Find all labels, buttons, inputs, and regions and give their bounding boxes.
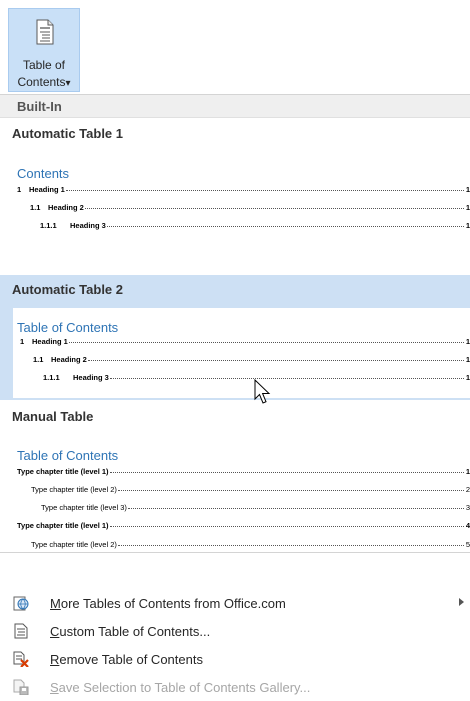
menu-item-label: More Tables of Contents from Office.com (50, 596, 286, 611)
toc-gallery: Built-In Automatic Table 1 Contents 1 He… (0, 94, 470, 550)
gallery-category-header: Built-In (0, 95, 470, 118)
toc-line: 1 Heading 11 (17, 185, 470, 194)
office-globe-icon (13, 596, 29, 611)
ribbon-button-label: Table of (22, 58, 66, 72)
gallery-item-title: Manual Table (12, 409, 94, 424)
toc-line: 1.1.1 Heading 31 (40, 221, 470, 230)
toc-line: Type chapter title (level 3) 3 (41, 503, 470, 512)
ribbon-button-label-line2: Contents▾ (17, 75, 71, 89)
toc-line: 1.1 Heading 21 (30, 203, 470, 212)
toc-line: 1 Heading 11 (20, 337, 470, 346)
toc-line: Type chapter title (level 1) 1 (17, 467, 470, 476)
gallery-item-title: Automatic Table 2 (12, 282, 124, 297)
menu-remove-toc[interactable]: Remove Table of Contents (0, 645, 470, 673)
gallery-item-automatic-table-1[interactable]: Automatic Table 1 Contents 1 Heading 11 … (0, 118, 470, 268)
gallery-item-automatic-table-2[interactable]: Automatic Table 2 Table of Contents 1 He… (0, 275, 470, 400)
menu-item-label: Save Selection to Table of Contents Gall… (50, 680, 311, 695)
chevron-down-icon: ▾ (65, 78, 71, 89)
menu-item-label: Remove Table of Contents (50, 652, 203, 667)
toc-line: 1.1 Heading 21 (33, 355, 470, 364)
custom-toc-icon (14, 623, 28, 639)
gallery-item-manual-table[interactable]: Manual Table Table of Contents Type chap… (0, 400, 470, 550)
toc-line: Type chapter title (level 2) 5 (31, 540, 470, 549)
table-of-contents-button[interactable]: Table of Contents▾ (8, 8, 80, 92)
preview-heading: Contents (17, 166, 70, 181)
category-label: Built-In (17, 99, 62, 114)
preview-heading: Table of Contents (17, 448, 119, 463)
menu-item-label: Custom Table of Contents... (50, 624, 211, 639)
menu-custom-toc[interactable]: Custom Table of Contents... (0, 617, 470, 645)
toc-preview: Table of Contents Type chapter title (le… (13, 436, 470, 550)
menu-divider (0, 552, 470, 553)
gallery-item-title: Automatic Table 1 (12, 126, 124, 141)
submenu-arrow-icon (459, 598, 464, 606)
toc-line: 1.1.1 Heading 31 (43, 373, 470, 382)
menu-save-selection: Save Selection to Table of Contents Gall… (0, 673, 470, 701)
remove-toc-icon (13, 651, 29, 667)
save-selection-icon (13, 679, 29, 695)
toc-preview: Table of Contents 1 Heading 11 1.1 Headi… (13, 308, 470, 398)
toc-line: Type chapter title (level 2) 2 (31, 485, 470, 494)
table-of-contents-icon (36, 19, 54, 45)
toc-line: Type chapter title (level 1) 4 (17, 521, 470, 530)
toc-preview: Contents 1 Heading 11 1.1 Heading 21 1.1… (13, 154, 470, 264)
menu-more-tables-office[interactable]: More Tables of Contents from Office.com (0, 589, 470, 617)
